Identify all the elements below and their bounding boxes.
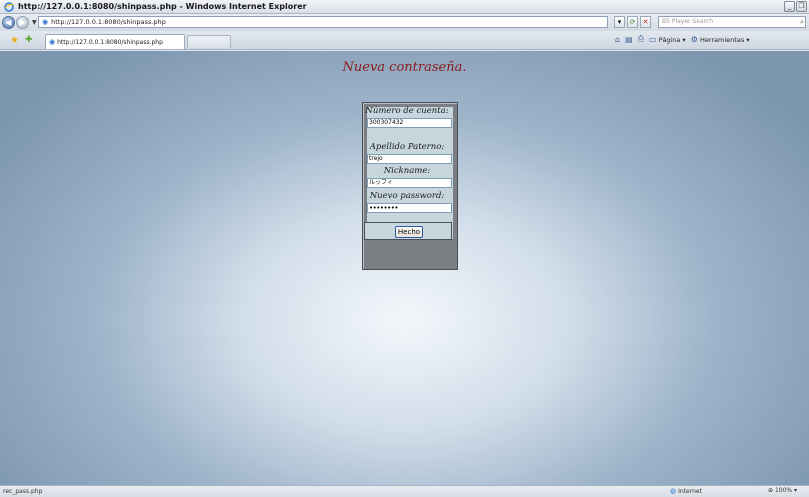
security-zone[interactable]: ◍ Internet <box>670 487 702 495</box>
minimize-button[interactable]: _ <box>784 1 795 12</box>
page-menu-icon: ▭ <box>649 34 657 44</box>
window-title: http://127.0.0.1:8080/shinpass.php - Win… <box>18 2 307 11</box>
tab-current[interactable]: ◉ http://127.0.0.1:8080/shinpass.php <box>45 34 185 49</box>
status-text: rec_pass.php <box>3 488 43 495</box>
nickname-label: Nickname: <box>383 166 431 176</box>
page-icon: ◉ <box>42 18 49 26</box>
submit-row: Hecho <box>364 222 452 240</box>
account-field[interactable]: 300307432 <box>367 118 452 128</box>
window-controls: _ ❐ <box>784 1 807 12</box>
address-field[interactable]: ◉ http://127.0.0.1:8080/shinpass.php <box>38 16 608 28</box>
page-menu[interactable]: ▭ Página ▾ <box>649 35 686 44</box>
address-bar: ◀ ▶ ▼ ◉ http://127.0.0.1:8080/shinpass.p… <box>0 14 809 31</box>
zoom-control[interactable]: ⊕ 100% ▾ <box>768 487 797 494</box>
password-label: Nuevo password: <box>369 191 445 201</box>
tab-bar: ★ ✚ ◉ http://127.0.0.1:8080/shinpass.php… <box>0 31 809 50</box>
zone-label: Internet <box>678 487 702 495</box>
surname-label: Apellido Paterno: <box>369 142 445 152</box>
tab-title: http://127.0.0.1:8080/shinpass.php <box>57 38 163 46</box>
back-button[interactable]: ◀ <box>2 16 15 29</box>
address-actions: ▾ ⟳ ✕ <box>614 16 651 28</box>
favorites-star-icon[interactable]: ★ <box>10 35 19 46</box>
account-label: Número de cuenta: <box>365 106 449 116</box>
page-menu-label: Página <box>658 35 681 44</box>
zoom-level: 100% <box>774 487 793 494</box>
print-icon[interactable]: ⎙ <box>638 34 644 44</box>
add-favorites-icon[interactable]: ✚ <box>25 35 33 45</box>
page-title: Nueva contraseña. <box>342 60 467 75</box>
zoom-icon: ⊕ <box>768 487 774 494</box>
address-dropdown-button[interactable]: ▾ <box>614 16 625 28</box>
new-tab-button[interactable] <box>187 35 231 48</box>
submit-button[interactable]: Hecho <box>395 226 423 238</box>
forward-button[interactable]: ▶ <box>16 16 29 29</box>
tools-menu[interactable]: ⚙ Herramientas ▾ <box>691 35 750 44</box>
history-dropdown-icon[interactable]: ▼ <box>32 19 37 26</box>
page-content: Nueva contraseña. Número de cuenta: 3003… <box>0 51 809 485</box>
address-url: http://127.0.0.1:8080/shinpass.php <box>51 18 166 26</box>
home-icon[interactable]: ⌂ <box>615 35 620 44</box>
nickname-field[interactable]: ルッフィ <box>367 178 452 188</box>
tab-page-icon: ◉ <box>49 38 56 46</box>
ie-logo-icon <box>4 1 14 12</box>
tools-menu-label: Herramientas <box>699 35 745 44</box>
restore-button[interactable]: ❐ <box>796 1 807 12</box>
title-bar: http://127.0.0.1:8080/shinpass.php - Win… <box>0 0 809 14</box>
feeds-icon[interactable]: ▤ <box>625 35 633 44</box>
surname-field[interactable]: trejo <box>367 154 452 164</box>
tools-menu-icon: ⚙ <box>690 34 698 44</box>
password-field[interactable]: •••••••• <box>367 203 452 213</box>
globe-icon: ◍ <box>670 487 677 495</box>
command-bar: ⌂ ▤ ⎙ ▭ Página ▾ ⚙ Herramientas ▾ <box>615 34 750 44</box>
search-placeholder: B5 Player Search <box>662 18 714 25</box>
search-icon[interactable]: ⌕ <box>800 17 804 27</box>
search-input[interactable]: B5 Player Search ⌕ <box>658 16 806 28</box>
status-bar: rec_pass.php ◍ Internet ⊕ 100% ▾ <box>0 485 809 497</box>
refresh-button[interactable]: ⟳ <box>627 16 638 28</box>
stop-button[interactable]: ✕ <box>640 16 651 28</box>
